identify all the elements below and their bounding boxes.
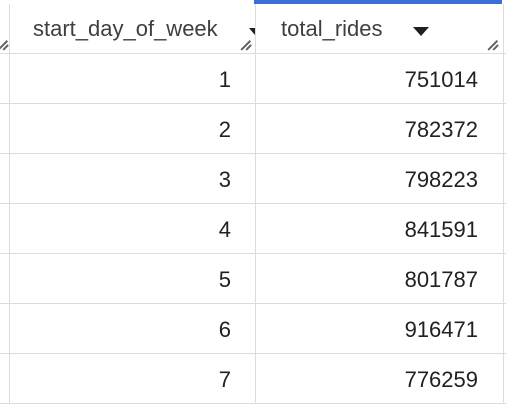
table-row: 1 751014 bbox=[0, 54, 506, 104]
column-resize-icon[interactable] bbox=[0, 38, 10, 50]
row-stub-cell bbox=[0, 204, 10, 253]
cell-value: 1 bbox=[218, 67, 231, 92]
cell-value: 782372 bbox=[404, 117, 478, 142]
table-body: 1 751014 2 782372 3 798223 4 841591 5 80… bbox=[0, 54, 506, 404]
cell-value: 801787 bbox=[404, 267, 478, 292]
row-stub-cell bbox=[0, 154, 10, 203]
column-header-total-rides[interactable]: total_rides bbox=[256, 4, 504, 53]
cell-value: 776259 bbox=[404, 367, 478, 392]
cell-value: 5 bbox=[218, 267, 231, 292]
cell-value: 841591 bbox=[404, 217, 478, 242]
header-stub-column bbox=[0, 4, 10, 53]
cell-value: 4 bbox=[218, 217, 231, 242]
table-cell-day[interactable]: 1 bbox=[10, 54, 256, 103]
table-row: 2 782372 bbox=[0, 104, 506, 154]
cell-value: 2 bbox=[218, 117, 231, 142]
table-row: 6 916471 bbox=[0, 304, 506, 354]
table-cell-day[interactable]: 3 bbox=[10, 154, 256, 203]
column-header-label: start_day_of_week bbox=[33, 16, 218, 41]
table-header: start_day_of_week total_rides bbox=[0, 4, 506, 54]
cell-value: 798223 bbox=[404, 167, 478, 192]
row-stub-cell bbox=[0, 104, 10, 153]
cell-value: 916471 bbox=[404, 317, 478, 342]
table-cell-rides[interactable]: 798223 bbox=[256, 154, 504, 203]
row-stub-cell bbox=[0, 254, 10, 303]
table-cell-day[interactable]: 2 bbox=[10, 104, 256, 153]
cell-value: 7 bbox=[218, 367, 231, 392]
column-header-label: total_rides bbox=[281, 16, 383, 41]
table-cell-rides[interactable]: 841591 bbox=[256, 204, 504, 253]
column-resize-icon[interactable] bbox=[488, 38, 500, 50]
sort-arrow-icon[interactable] bbox=[249, 28, 255, 35]
cell-value: 6 bbox=[218, 317, 231, 342]
table-cell-day[interactable]: 4 bbox=[10, 204, 256, 253]
sort-descending-icon[interactable] bbox=[413, 27, 429, 36]
table-row: 3 798223 bbox=[0, 154, 506, 204]
table-row: 4 841591 bbox=[0, 204, 506, 254]
results-table: start_day_of_week total_rides 1 751014 2… bbox=[0, 0, 506, 404]
table-cell-rides[interactable]: 782372 bbox=[256, 104, 504, 153]
column-header-start-day-of-week[interactable]: start_day_of_week bbox=[10, 4, 256, 53]
row-stub-cell bbox=[0, 304, 10, 353]
cell-value: 751014 bbox=[404, 67, 478, 92]
cell-value: 3 bbox=[218, 167, 231, 192]
table-cell-day[interactable]: 6 bbox=[10, 304, 256, 353]
table-cell-rides[interactable]: 801787 bbox=[256, 254, 504, 303]
table-cell-day[interactable]: 7 bbox=[10, 354, 256, 403]
column-resize-icon[interactable] bbox=[241, 38, 253, 50]
table-cell-rides[interactable]: 776259 bbox=[256, 354, 504, 403]
row-stub-cell bbox=[0, 354, 10, 403]
table-row: 5 801787 bbox=[0, 254, 506, 304]
table-cell-rides[interactable]: 751014 bbox=[256, 54, 504, 103]
table-row: 7 776259 bbox=[0, 354, 506, 404]
table-cell-day[interactable]: 5 bbox=[10, 254, 256, 303]
table-cell-rides[interactable]: 916471 bbox=[256, 304, 504, 353]
row-stub-cell bbox=[0, 54, 10, 103]
